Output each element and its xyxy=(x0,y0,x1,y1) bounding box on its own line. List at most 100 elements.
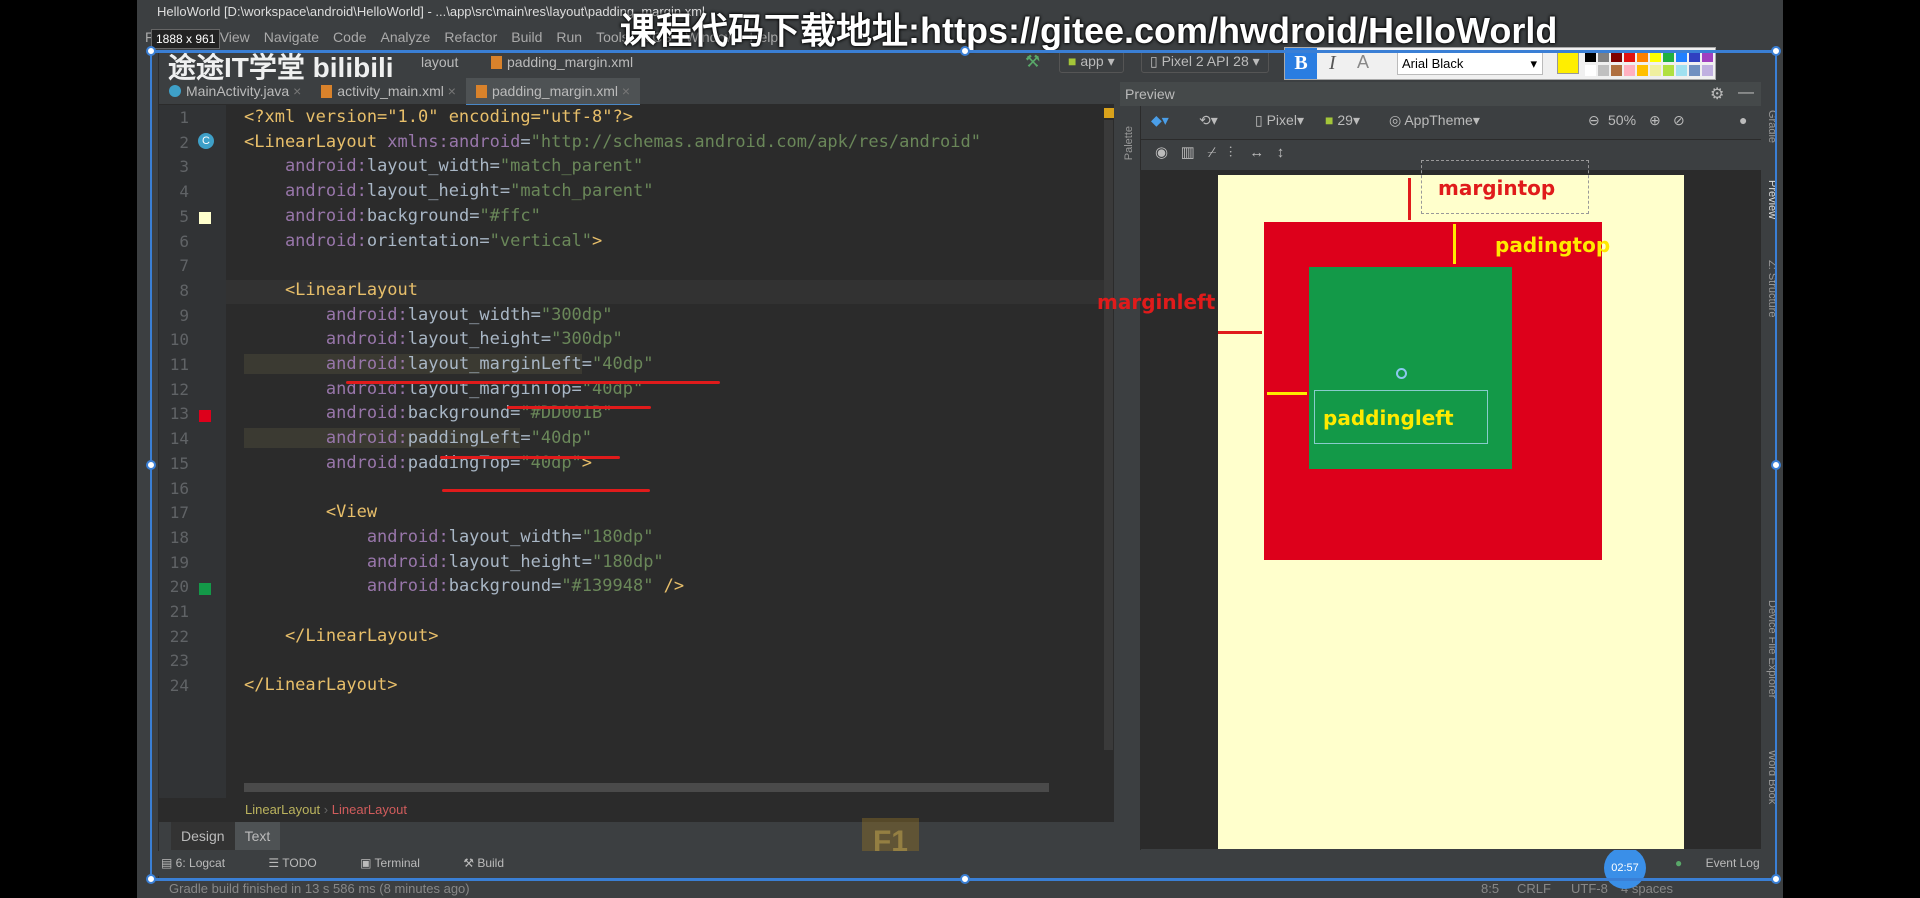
color-swatch[interactable] xyxy=(1637,65,1648,76)
code-token: background xyxy=(448,576,552,597)
resize-handle[interactable] xyxy=(146,460,156,470)
menu-item[interactable]: Code xyxy=(333,29,366,45)
center-anchor-icon[interactable] xyxy=(1396,368,1407,379)
inspection-indicator[interactable] xyxy=(1104,108,1114,118)
resize-handle[interactable] xyxy=(146,46,156,56)
color-swatch[interactable] xyxy=(1598,65,1609,76)
code-line[interactable]: <LinearLayout xmlns:android="http://sche… xyxy=(244,132,981,152)
code-token: layout_width xyxy=(407,304,531,325)
class-gutter-icon[interactable]: C xyxy=(198,133,214,149)
vertical-scrollbar[interactable] xyxy=(1104,120,1113,750)
tab-design[interactable]: Design xyxy=(171,822,235,850)
code-line[interactable]: android:orientation="vertical"> xyxy=(244,231,602,251)
code-line[interactable]: android:layout_height="300dp" xyxy=(244,329,623,349)
blueprint-icon[interactable]: ▥ xyxy=(1181,144,1195,161)
code-line[interactable]: android:paddingLeft="40dp" xyxy=(244,428,592,449)
code-token: android: xyxy=(244,428,408,449)
minimize-icon[interactable]: — xyxy=(1738,84,1754,102)
font-select[interactable]: Arial Black ▾ xyxy=(1397,52,1543,75)
code-line[interactable]: </LinearLayout> xyxy=(244,675,398,695)
code-line[interactable]: <?xml version="1.0" encoding="utf-8"?> xyxy=(244,107,633,127)
close-icon[interactable]: × xyxy=(618,83,630,99)
errors-icon[interactable]: ⫶ xyxy=(1229,144,1233,161)
italic-button[interactable]: I xyxy=(1329,52,1336,75)
tab-text[interactable]: Text xyxy=(234,822,281,850)
menu-item[interactable]: Navigate xyxy=(264,29,319,45)
menu-item[interactable]: Build xyxy=(511,29,542,45)
color-swatch[interactable] xyxy=(1702,65,1713,76)
zoom-out-icon[interactable]: ⊖ xyxy=(1588,112,1600,129)
layers-icon[interactable]: ◆▾ xyxy=(1151,112,1169,129)
menu-item[interactable]: Refactor xyxy=(444,29,497,45)
code-line[interactable]: android:layout_height="match_parent" xyxy=(244,181,654,202)
cursor-position[interactable]: 8:5 xyxy=(1481,881,1499,896)
api-dropdown[interactable]: ■ 29▾ xyxy=(1325,112,1360,129)
palette-tab[interactable]: Palette xyxy=(1123,126,1135,160)
color-swatch[interactable] xyxy=(1663,65,1674,76)
code-line[interactable]: android:layout_width="180dp" xyxy=(244,526,654,547)
breadcrumb-outer[interactable]: LinearLayout xyxy=(245,802,320,817)
todo-button[interactable]: ☰ TODO xyxy=(268,856,336,870)
horizontal-scrollbar[interactable] xyxy=(244,783,1049,792)
underline-annotation xyxy=(442,489,650,492)
close-icon[interactable]: × xyxy=(444,83,456,99)
event-log-button[interactable]: ● Event Log xyxy=(1675,856,1780,870)
resize-handle[interactable] xyxy=(1771,874,1781,884)
color-swatch[interactable] xyxy=(1689,65,1700,76)
zoom-in-icon[interactable]: ⊕ xyxy=(1649,112,1661,129)
code-line[interactable]: android:layout_width="300dp" xyxy=(244,305,613,325)
code-line[interactable]: android:background="#139948" /> xyxy=(244,576,684,596)
color-swatch[interactable] xyxy=(1585,65,1596,76)
code-line[interactable]: android:layout_height="180dp" xyxy=(244,552,664,572)
breadcrumb-layout[interactable]: layout xyxy=(421,54,458,70)
resize-handle[interactable] xyxy=(1771,460,1781,470)
warning-icon[interactable]: ● xyxy=(1739,112,1747,128)
theme-dropdown[interactable]: ◎ AppTheme▾ xyxy=(1389,112,1480,129)
build-button[interactable]: ⚒ Build xyxy=(463,856,524,870)
current-color[interactable] xyxy=(1557,52,1579,74)
code-token: android xyxy=(448,131,521,152)
orientation-icon[interactable]: ⟲▾ xyxy=(1199,112,1218,129)
preview-title: Preview xyxy=(1125,86,1175,102)
constraints-icon[interactable]: ⌿ xyxy=(1207,144,1216,161)
code-line[interactable]: <LinearLayout xyxy=(244,280,418,300)
code-token: "180dp" xyxy=(581,526,654,547)
code-token: layout_height xyxy=(366,181,500,202)
encoding[interactable]: UTF-8 xyxy=(1571,881,1608,896)
code-line[interactable]: </LinearLayout> xyxy=(244,626,439,646)
code-token: = xyxy=(520,131,531,152)
color-swatch[interactable] xyxy=(1624,65,1635,76)
menu-item[interactable]: View xyxy=(220,29,250,45)
tab-file[interactable]: padding_margin.xml × xyxy=(465,78,641,107)
font-color-icon[interactable]: A xyxy=(1357,52,1369,73)
expand-vertical-icon[interactable]: ↕ xyxy=(1277,144,1285,161)
build-hammer-icon[interactable]: ⚒ xyxy=(1025,52,1040,72)
line-separator[interactable]: CRLF xyxy=(1517,881,1551,896)
breadcrumb-file[interactable]: padding_margin.xml xyxy=(491,54,633,70)
color-swatch[interactable] xyxy=(1650,65,1661,76)
code-line[interactable]: <View xyxy=(244,502,377,522)
expand-horizontal-icon[interactable]: ↔ xyxy=(1249,144,1264,161)
resize-handle[interactable] xyxy=(1771,46,1781,56)
logcat-button[interactable]: ▤ 6: Logcat xyxy=(161,856,245,870)
code-line[interactable]: android:layout_marginLeft="40dp" xyxy=(244,354,653,374)
code-line[interactable]: android:layout_width="match_parent" xyxy=(244,156,643,176)
gear-icon[interactable]: ⚙ xyxy=(1710,84,1724,104)
code-token: "vertical" xyxy=(489,230,593,251)
code-token: "match_parent" xyxy=(499,156,644,177)
terminal-button[interactable]: ▣ Terminal xyxy=(360,856,440,870)
code-token: <LinearLayout xyxy=(244,279,418,300)
zoom-fit-icon[interactable]: ⊘ xyxy=(1673,112,1685,129)
menu-item[interactable]: Analyze xyxy=(381,29,431,45)
breadcrumb-inner[interactable]: LinearLayout xyxy=(332,802,407,817)
line-number: 10 xyxy=(169,330,189,350)
resize-handle[interactable] xyxy=(960,46,970,56)
code-line[interactable]: android:background="#ffc" xyxy=(244,206,541,226)
menu-item[interactable]: Run xyxy=(556,29,582,45)
eye-icon[interactable]: ◉ xyxy=(1155,144,1168,161)
resize-handle[interactable] xyxy=(146,874,156,884)
color-swatch[interactable] xyxy=(1611,65,1622,76)
resize-handle[interactable] xyxy=(960,874,970,884)
device-dropdown[interactable]: ▯ Pixel▾ xyxy=(1255,112,1304,129)
color-swatch[interactable] xyxy=(1676,65,1687,76)
